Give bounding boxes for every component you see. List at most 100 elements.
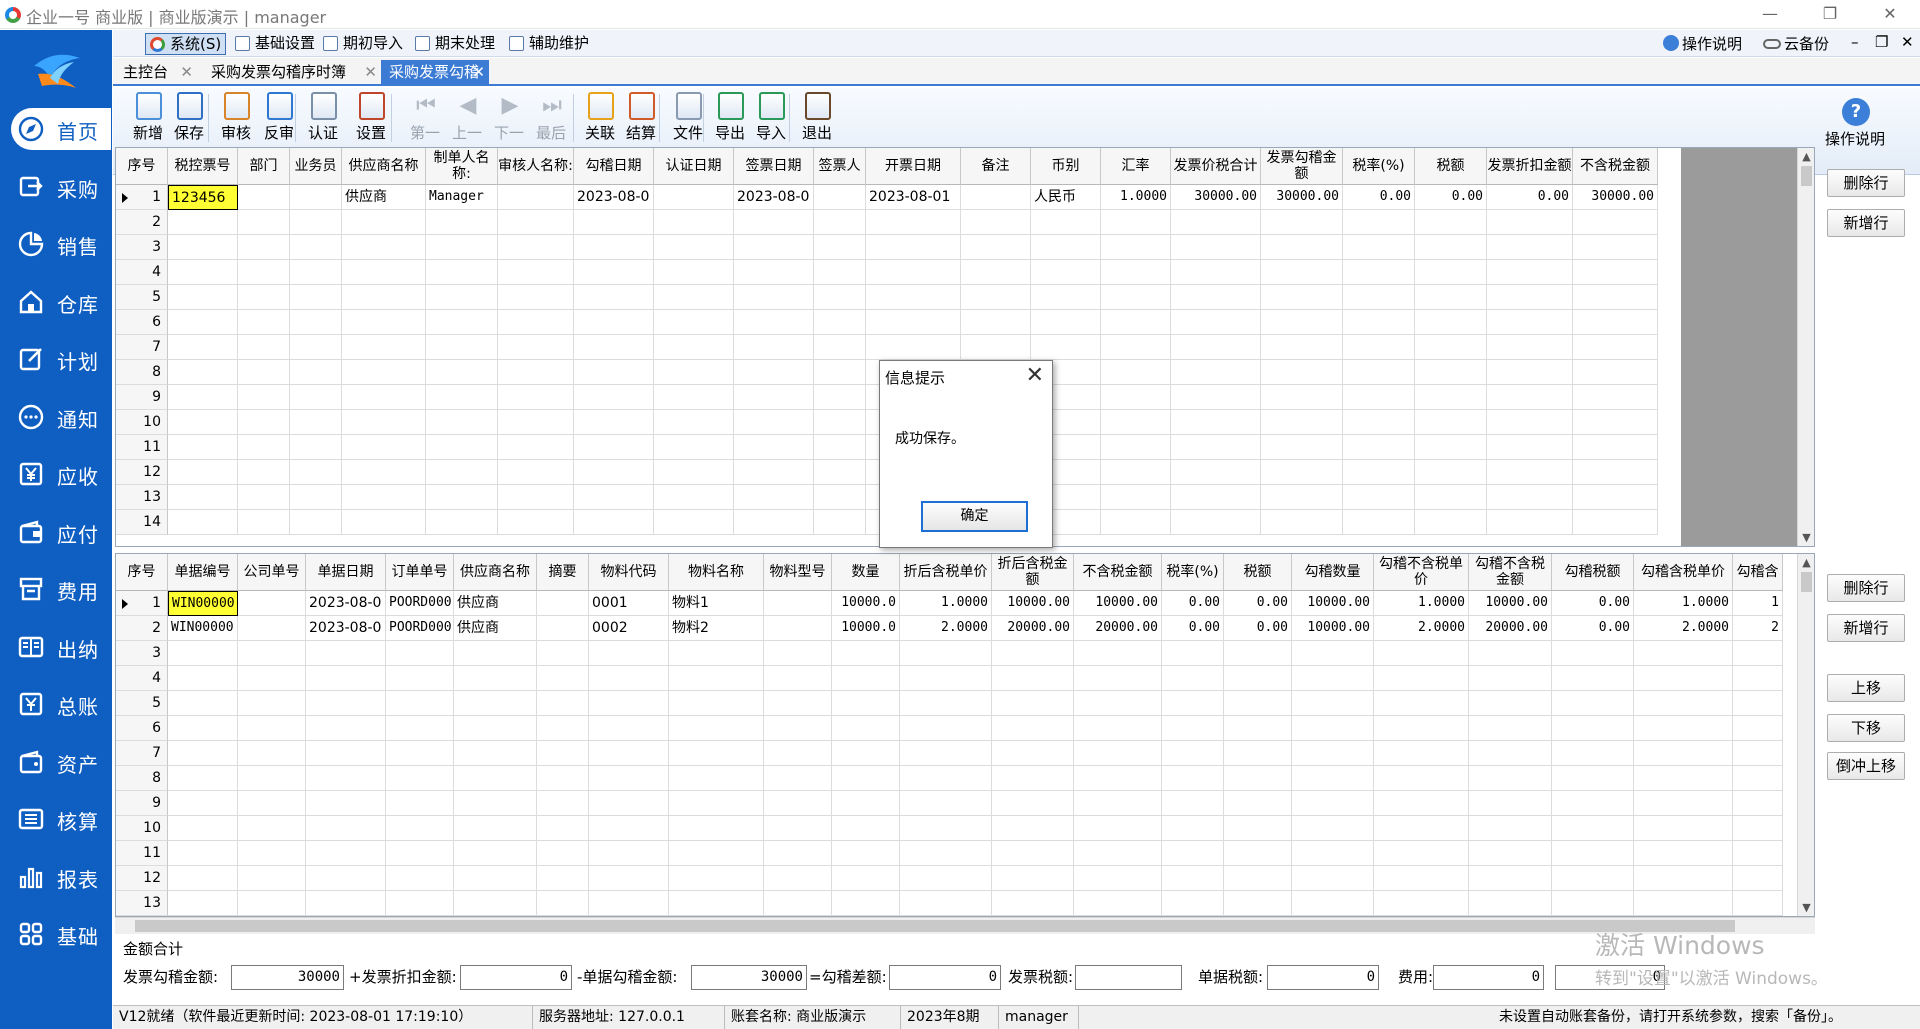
bottom_grid-cell[interactable] (832, 866, 900, 891)
top_grid-cell[interactable] (574, 260, 654, 285)
bottom_grid-cell[interactable]: 2.0000 (900, 616, 992, 641)
top_grid-cell[interactable] (342, 285, 426, 310)
top_grid-cell[interactable] (1261, 235, 1343, 260)
bottom_grid-cell[interactable] (669, 766, 764, 791)
bottom_grid-cell[interactable] (168, 641, 238, 666)
top_grid-cell[interactable] (342, 260, 426, 285)
bottom_grid-cell[interactable] (1469, 666, 1552, 691)
bottom_grid-cell[interactable] (1634, 816, 1733, 841)
bottom_grid-cell[interactable] (1292, 666, 1374, 691)
top_grid-cell[interactable] (290, 260, 342, 285)
bottom_grid-cell[interactable] (1074, 791, 1162, 816)
toolbar-button-8[interactable]: ▶ 下一 (489, 92, 529, 144)
top_grid-cell[interactable] (498, 335, 574, 360)
top_grid-cell[interactable] (498, 360, 574, 385)
top_grid-cell[interactable] (1343, 410, 1415, 435)
bottom_grid-cell[interactable] (238, 866, 306, 891)
dialog-close-icon[interactable]: ✕ (1026, 363, 1044, 388)
document-grid-scrollbar[interactable]: ▲ ▼ (1797, 554, 1814, 916)
help-menu[interactable]: 操作说明 (1663, 33, 1742, 54)
bottom_grid-cell[interactable] (1634, 791, 1733, 816)
tab-close-icon[interactable]: ✕ (364, 60, 377, 84)
top_grid-cell[interactable] (238, 260, 290, 285)
top_grid-cell[interactable] (734, 235, 814, 260)
bottom_grid-cell[interactable] (1552, 891, 1634, 916)
sidebar-item-4[interactable]: 计划 (11, 338, 111, 380)
bottom_grid-cell[interactable] (1374, 641, 1469, 666)
top_grid-cell[interactable] (734, 260, 814, 285)
top_grid-cell[interactable] (1171, 210, 1261, 235)
top_grid-cell[interactable] (814, 385, 866, 410)
bottom_grid-cell[interactable] (537, 666, 589, 691)
toolbar-button-14[interactable]: 导入 (751, 92, 791, 144)
top_grid-cell[interactable] (1101, 310, 1171, 335)
bottom_grid-cell[interactable] (1074, 716, 1162, 741)
scroll-down-icon[interactable]: ▼ (1798, 531, 1814, 544)
bottom_grid-cell[interactable] (1224, 641, 1292, 666)
bottom_grid-cell[interactable] (1733, 841, 1783, 866)
top_grid-cell[interactable] (654, 360, 734, 385)
bottom_grid-cell[interactable] (669, 866, 764, 891)
bottom_grid-cell[interactable]: 供应商 (454, 616, 537, 641)
top_grid-cell[interactable] (1415, 335, 1487, 360)
bottom_grid-cell[interactable] (454, 641, 537, 666)
top_grid-cell[interactable] (1261, 460, 1343, 485)
bottom_grid-cell[interactable]: 物料1 (669, 591, 764, 616)
top_grid-cell[interactable] (654, 410, 734, 435)
bottom_grid-cell[interactable]: WIN00000 (168, 591, 238, 616)
top_grid-cell[interactable] (866, 210, 961, 235)
bottom_grid-cell[interactable] (454, 666, 537, 691)
bottom_grid-cell[interactable] (306, 641, 386, 666)
top_grid-cell[interactable] (1573, 410, 1658, 435)
top_grid-cell[interactable] (238, 185, 290, 210)
top_grid-cell[interactable] (1487, 460, 1573, 485)
bottom_grid-cell[interactable] (1292, 791, 1374, 816)
top_grid-cell[interactable]: 30000.00 (1573, 185, 1658, 210)
bottom_grid-header-6[interactable]: 摘要 (537, 554, 589, 591)
bottom_grid-cell[interactable] (168, 741, 238, 766)
top_grid-cell[interactable] (498, 310, 574, 335)
top_grid-cell[interactable] (1415, 385, 1487, 410)
bottom_grid-header-15[interactable]: 税额 (1224, 554, 1292, 591)
top_grid-cell[interactable] (498, 285, 574, 310)
bottom_grid-header-11[interactable]: 折后含税单价 (900, 554, 992, 591)
tab-0[interactable]: 主控台 ✕ (115, 60, 197, 85)
bottom_grid-cell[interactable] (669, 641, 764, 666)
bottom-side-button-2[interactable]: 上移 (1827, 674, 1905, 702)
bottom_grid-cell[interactable] (1162, 841, 1224, 866)
bottom_grid-cell[interactable] (454, 741, 537, 766)
bottom_grid-cell[interactable] (168, 891, 238, 916)
bottom_grid-cell[interactable]: 0.00 (1162, 591, 1224, 616)
top_grid-cell[interactable] (1261, 510, 1343, 535)
bottom_grid-header-10[interactable]: 数量 (832, 554, 900, 591)
top_grid-cell[interactable] (1171, 335, 1261, 360)
top_grid-cell[interactable] (498, 485, 574, 510)
bottom_grid-cell[interactable] (1733, 816, 1783, 841)
top_grid-cell[interactable] (1261, 285, 1343, 310)
bottom_grid-cell[interactable] (306, 716, 386, 741)
toolbar-button-11[interactable]: 结算 (621, 92, 661, 144)
top_grid-header-1[interactable]: 税控票号 (168, 148, 238, 185)
top_grid-cell[interactable] (1415, 485, 1487, 510)
top_grid-cell[interactable] (342, 360, 426, 385)
bottom_grid-cell[interactable]: 20000.00 (1469, 616, 1552, 641)
bottom_grid-cell[interactable]: 1.0000 (900, 591, 992, 616)
bottom_grid-cell[interactable] (992, 766, 1074, 791)
bottom_grid-cell[interactable] (832, 891, 900, 916)
top_grid-cell[interactable] (426, 360, 498, 385)
bottom_grid-cell[interactable] (1374, 866, 1469, 891)
bottom_grid-cell[interactable] (1074, 741, 1162, 766)
top_grid-cell[interactable] (866, 260, 961, 285)
bottom_grid-cell[interactable] (1224, 841, 1292, 866)
top_grid-cell[interactable]: 供应商 (342, 185, 426, 210)
bottom_grid-cell[interactable] (386, 666, 454, 691)
top_grid-cell[interactable] (654, 435, 734, 460)
bottom_grid-cell[interactable] (1074, 766, 1162, 791)
bottom_grid-cell[interactable] (386, 766, 454, 791)
top_grid-cell[interactable] (574, 410, 654, 435)
bottom_grid-cell[interactable] (1374, 791, 1469, 816)
top_grid-cell[interactable] (814, 485, 866, 510)
bottom_grid-cell[interactable] (238, 766, 306, 791)
bottom_grid-cell[interactable]: 0001 (589, 591, 669, 616)
sidebar-item-3[interactable]: 仓库 (11, 281, 111, 323)
